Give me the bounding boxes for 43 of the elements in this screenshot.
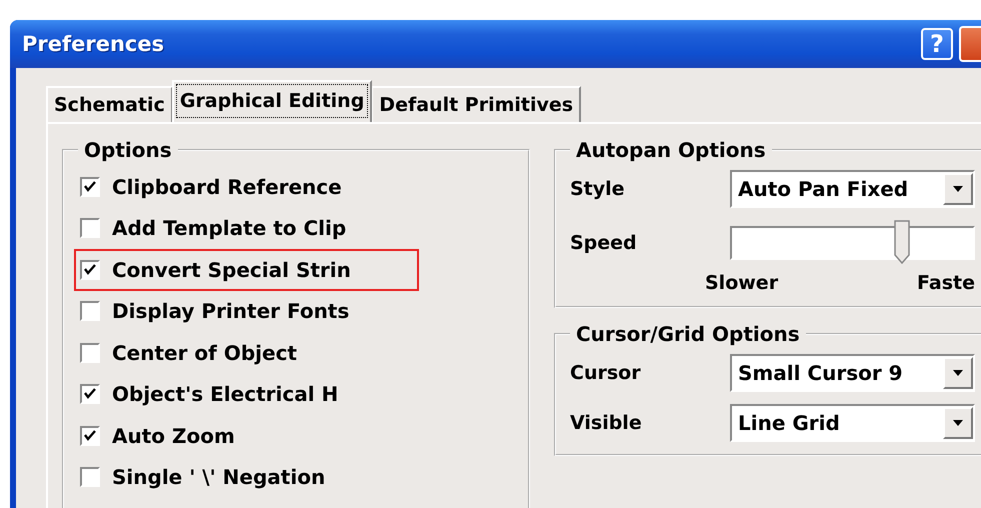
checkbox[interactable] — [80, 342, 100, 363]
checkbox-label[interactable]: Clipboard Reference — [112, 174, 342, 199]
checkbox-label[interactable]: Convert Special Strin — [112, 258, 351, 282]
checkbox-label[interactable]: Center of Object — [112, 340, 297, 365]
slider-min-label: Slower — [705, 272, 778, 294]
help-button[interactable]: ? — [921, 28, 953, 60]
group-title: Options — [83, 138, 173, 162]
checkbox-label[interactable]: Display Printer Fonts — [112, 299, 350, 324]
speed-slider[interactable] — [730, 220, 975, 266]
cursor-dropdown[interactable]: Small Cursor 9 — [730, 354, 975, 392]
group-title: Autopan Options — [575, 138, 767, 162]
group-title: Cursor/Grid Options — [575, 322, 801, 346]
field-label: Style — [570, 178, 626, 200]
tab[interactable]: Default Primitives — [371, 86, 582, 122]
checkbox-label[interactable]: Add Template to Clip — [112, 216, 346, 240]
check-icon — [84, 388, 96, 400]
checkbox[interactable] — [80, 218, 100, 238]
style-dropdown[interactable]: Auto Pan Fixed — [730, 170, 975, 208]
check-icon — [84, 430, 96, 442]
checkbox[interactable] — [80, 467, 100, 488]
dropdown-arrow-icon — [953, 370, 963, 376]
field-label: Speed — [570, 232, 638, 254]
field-label: Cursor — [570, 362, 642, 384]
check-icon — [84, 180, 96, 193]
checkbox-label[interactable]: Auto Zoom — [112, 424, 235, 448]
checkbox[interactable] — [80, 176, 100, 197]
checkbox-label[interactable]: Object's Electrical H — [112, 382, 338, 406]
checkbox[interactable] — [80, 301, 100, 322]
tab[interactable]: Schematic — [46, 86, 173, 122]
close-button[interactable] — [959, 26, 981, 62]
check-icon — [84, 264, 96, 276]
checkbox[interactable] — [80, 260, 100, 280]
checkbox-label[interactable]: Single ' \' Negation — [112, 465, 326, 490]
window-title: Preferences — [22, 32, 166, 56]
visible-dropdown[interactable]: Line Grid — [730, 404, 975, 442]
tab[interactable]: Graphical Editing — [172, 80, 372, 122]
slider-max-label: Faste — [917, 272, 975, 294]
checkbox[interactable] — [80, 384, 100, 404]
checkbox[interactable] — [80, 426, 100, 446]
slider-thumb[interactable] — [894, 220, 910, 264]
dropdown-arrow-icon — [953, 420, 963, 426]
dropdown-arrow-icon — [953, 186, 963, 192]
field-label: Visible — [570, 412, 643, 434]
